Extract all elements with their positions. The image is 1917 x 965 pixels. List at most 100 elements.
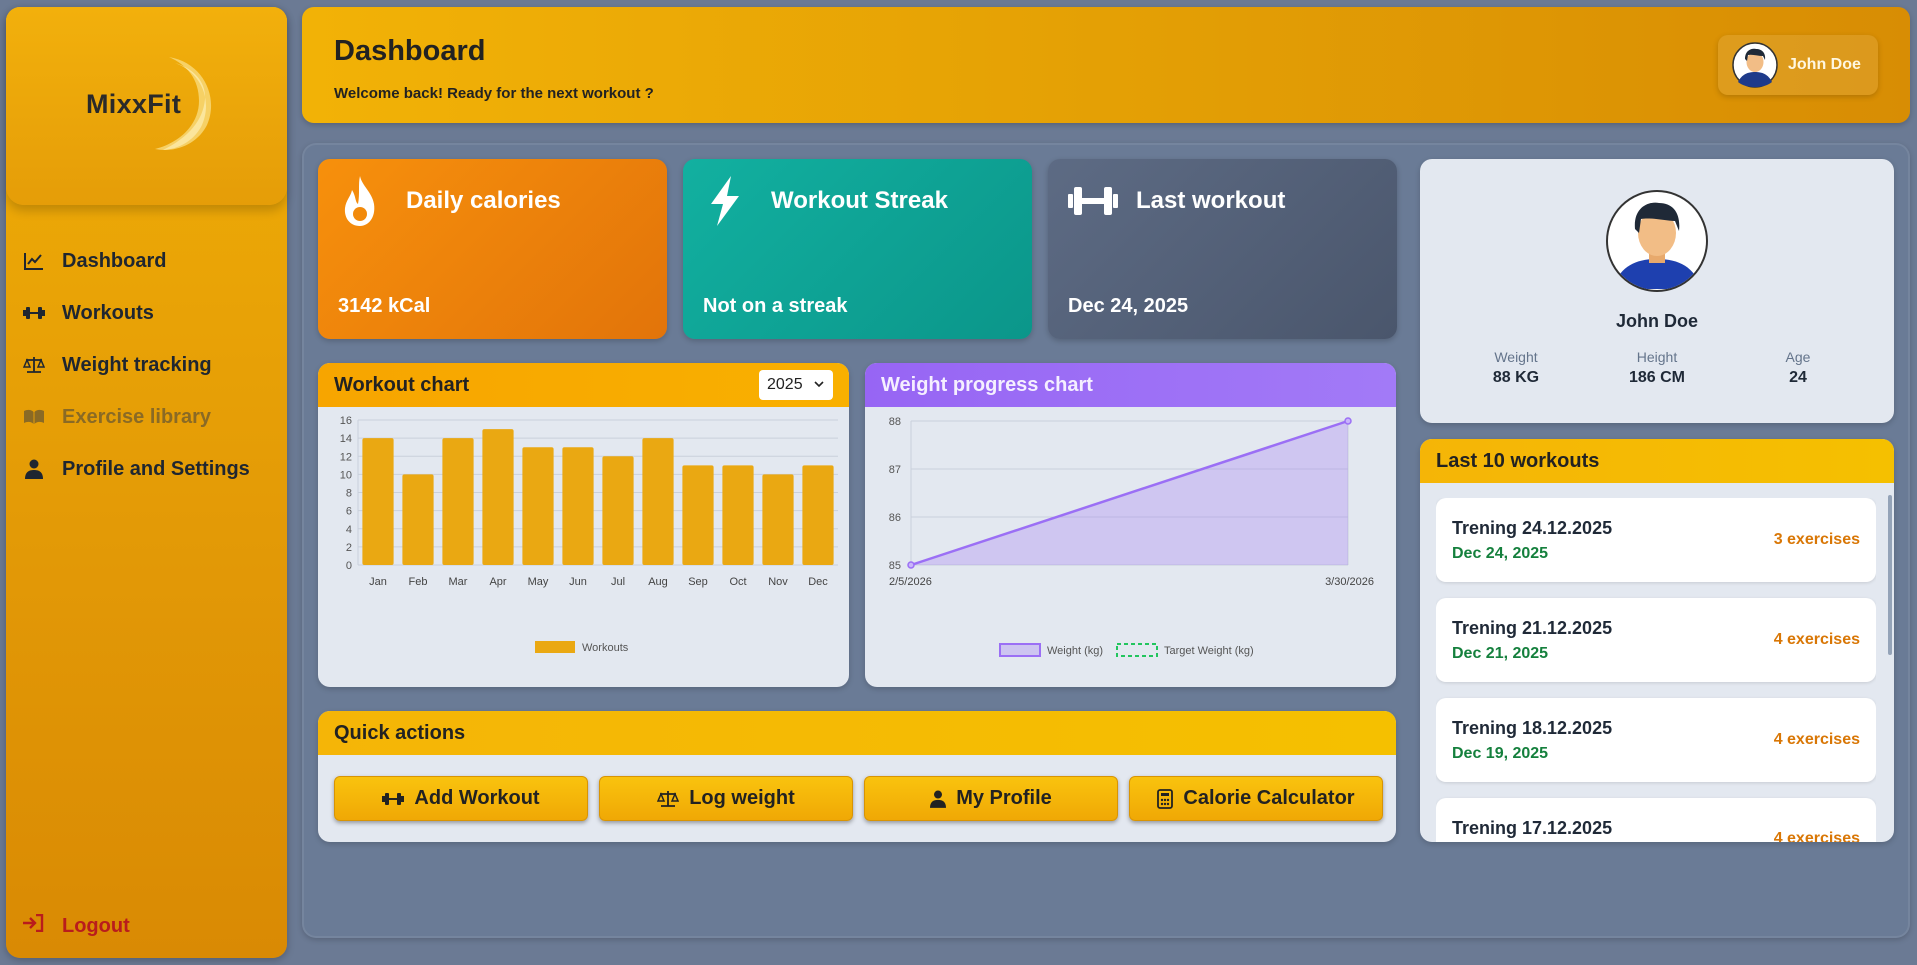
y-tick-label: 85 xyxy=(889,560,901,572)
legend-label: Target Weight (kg) xyxy=(1164,645,1254,657)
list-scrollbar[interactable] xyxy=(1888,495,1892,655)
workout-bar-chart: 0 2 4 6 8 10 12 14 16 Jan Feb Mar Apr May Jun Jul Aug Sep… xyxy=(340,415,838,654)
sidebar-nav: Dashboard Workouts Weight tracking Exerc… xyxy=(6,235,287,495)
avatar xyxy=(1732,42,1778,88)
logo-text: MixxFit xyxy=(86,89,182,119)
year-select-value: 2025 xyxy=(767,376,803,393)
workout-date: Dec 24, 2025 xyxy=(1452,545,1549,562)
daily-calories-card: Daily calories 3142 kCal xyxy=(318,159,667,339)
sidebar-item-label: Dashboard xyxy=(62,249,167,272)
weight-chart-title: Weight progress chart xyxy=(881,373,1093,396)
quick-actions-card: Quick actions Add Workout Log weight My … xyxy=(318,711,1396,842)
button-label: Add Workout xyxy=(414,787,540,809)
user-icon xyxy=(930,789,947,809)
user-menu-button[interactable]: John Doe xyxy=(1718,35,1878,95)
x-tick-label: Mar xyxy=(449,576,468,588)
stat-label: Weight xyxy=(1494,349,1538,365)
exercise-count: 4 exercises xyxy=(1773,631,1860,648)
logout-label: Logout xyxy=(62,914,130,937)
sidebar-item-dashboard[interactable]: Dashboard xyxy=(6,235,287,287)
legend-label: Workouts xyxy=(582,642,629,654)
logout-button[interactable]: Logout xyxy=(22,913,130,938)
exercise-count: 3 exercises xyxy=(1773,531,1860,548)
stat-value: 24 xyxy=(1789,369,1807,386)
list-item[interactable]: Trening 21.12.2025 Dec 21, 2025 4 exerci… xyxy=(1436,598,1876,682)
workout-chart-title: Workout chart xyxy=(334,373,470,396)
workout-date: Dec 21, 2025 xyxy=(1452,645,1549,662)
page-subtitle: Welcome back! Ready for the next workout… xyxy=(334,85,654,102)
y-tick-label: 86 xyxy=(889,512,901,524)
dumbbell-icon xyxy=(22,306,46,320)
bar xyxy=(602,456,634,565)
data-point xyxy=(907,561,915,569)
x-tick-label: Dec xyxy=(808,576,828,588)
dumbbell-icon xyxy=(382,792,405,806)
book-icon xyxy=(22,409,46,425)
bar xyxy=(482,429,514,565)
bar xyxy=(722,465,754,565)
scale-icon xyxy=(657,790,680,808)
stat-value: Not on a streak xyxy=(703,295,848,317)
y-tick-label: 4 xyxy=(346,524,352,536)
workout-chart-header: Workout chart 2025 xyxy=(318,363,849,407)
sign-out-icon xyxy=(22,913,46,938)
sidebar-item-workouts[interactable]: Workouts xyxy=(6,287,287,339)
bar xyxy=(442,438,474,565)
workout-name: Trening 17.12.2025 xyxy=(1452,818,1613,838)
y-tick-label: 16 xyxy=(340,415,352,427)
x-tick-label: Feb xyxy=(409,576,428,588)
x-tick-label: May xyxy=(528,576,549,588)
dumbbell-icon xyxy=(1068,187,1118,215)
workout-name: Trening 18.12.2025 xyxy=(1452,718,1613,738)
year-select[interactable]: 2025 xyxy=(759,370,833,400)
user-name: John Doe xyxy=(1788,56,1861,73)
add-workout-button[interactable]: Add Workout xyxy=(334,776,588,821)
sidebar: MixxFit Dashboard Workouts Weight tracki… xyxy=(6,7,287,958)
bar xyxy=(522,447,554,565)
exercise-count: 4 exercises xyxy=(1773,731,1860,748)
data-point xyxy=(1344,417,1352,425)
my-profile-button[interactable]: My Profile xyxy=(864,776,1118,821)
profile-card: John Doe Weight 88 KG Height 186 CM Age … xyxy=(1420,159,1894,423)
x-tick-label: Jan xyxy=(369,576,387,588)
list-item[interactable]: Trening 17.12.2025 4 exercises xyxy=(1436,798,1876,842)
list-item[interactable]: Trening 24.12.2025 Dec 24, 2025 3 exerci… xyxy=(1436,498,1876,582)
workout-date: Dec 19, 2025 xyxy=(1452,745,1549,762)
y-tick-label: 87 xyxy=(889,464,901,476)
button-label: My Profile xyxy=(956,787,1052,809)
weight-chart-header: Weight progress chart xyxy=(865,363,1396,407)
sidebar-item-label: Workouts xyxy=(62,301,154,324)
flame-icon xyxy=(344,176,375,226)
stat-label: Age xyxy=(1785,349,1811,365)
x-tick-label: Jun xyxy=(569,576,587,588)
log-weight-button[interactable]: Log weight xyxy=(599,776,853,821)
workout-chart-card: Workout chart 2025 0 2 4 6 8 10 12 14 16 Jan Feb Ma… xyxy=(318,363,849,687)
stat-value: 3142 kCal xyxy=(338,295,431,317)
chart-line-icon xyxy=(22,252,46,270)
y-tick-label: 6 xyxy=(346,506,352,518)
y-tick-label: 8 xyxy=(346,488,352,500)
profile-name: John Doe xyxy=(1615,311,1698,331)
sidebar-item-exercise-library[interactable]: Exercise library xyxy=(6,391,287,443)
chevron-down-icon xyxy=(814,381,824,388)
legend-label: Weight (kg) xyxy=(1047,645,1103,657)
last-workout-card: Last workout Dec 24, 2025 xyxy=(1048,159,1397,339)
last-workouts-card: Last 10 workouts Trening 24.12.2025 Dec … xyxy=(1420,439,1894,842)
sidebar-item-weight-tracking[interactable]: Weight tracking xyxy=(6,339,287,391)
exercise-count: 4 exercises xyxy=(1773,830,1860,842)
user-icon xyxy=(22,459,46,479)
workout-list[interactable]: Trening 24.12.2025 Dec 24, 2025 3 exerci… xyxy=(1436,498,1876,842)
bar xyxy=(682,465,714,565)
workout-name: Trening 21.12.2025 xyxy=(1452,618,1613,638)
stat-value: 88 KG xyxy=(1492,369,1540,386)
list-item[interactable]: Trening 18.12.2025 Dec 19, 2025 4 exerci… xyxy=(1436,698,1876,782)
calorie-calculator-button[interactable]: Calorie Calculator xyxy=(1129,776,1383,821)
x-tick-label: Apr xyxy=(489,576,506,588)
sidebar-item-profile-settings[interactable]: Profile and Settings xyxy=(6,443,287,495)
y-tick-label: 14 xyxy=(340,433,352,445)
stat-value: Dec 24, 2025 xyxy=(1068,295,1189,317)
legend-swatch xyxy=(1116,643,1158,657)
weight-chart-card: Weight progress chart 85 86 87 88 2/5/2026 3/… xyxy=(865,363,1396,687)
stat-title: Daily calories xyxy=(406,187,561,214)
x-tick-label: Jul xyxy=(611,576,625,588)
